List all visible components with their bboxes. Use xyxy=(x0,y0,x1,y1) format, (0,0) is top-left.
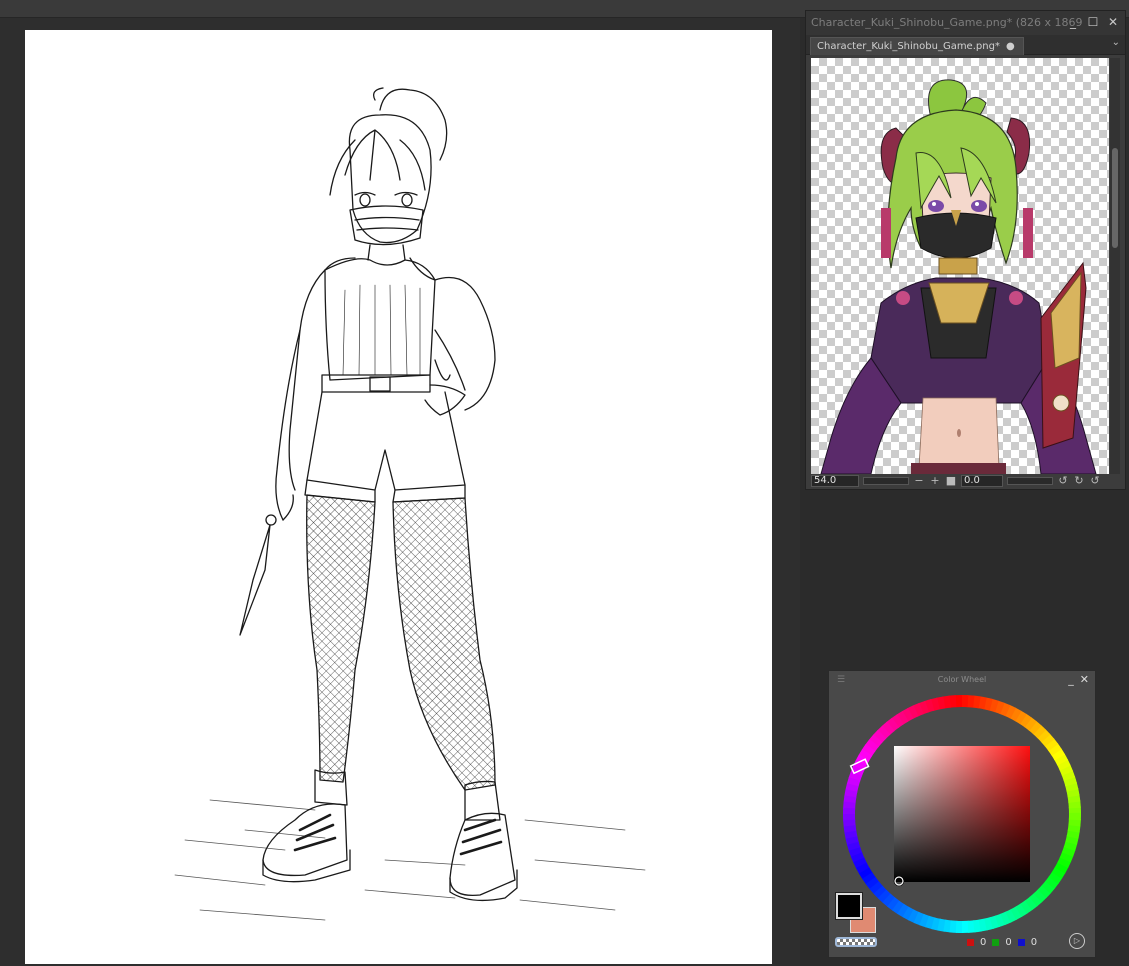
tab-reference-image[interactable]: Character_Kuki_Shinobu_Game.png* ● xyxy=(810,37,1024,55)
rotation-field[interactable]: 0.0 xyxy=(961,475,1003,487)
blue-value: 0 xyxy=(1030,937,1038,948)
maximize-icon[interactable]: ☐ xyxy=(1087,15,1099,29)
rotate-right-icon[interactable]: ↻ xyxy=(1073,475,1085,487)
tab-label: Character_Kuki_Shinobu_Game.png* xyxy=(817,41,1000,52)
minimize-icon[interactable]: _ xyxy=(1067,15,1079,29)
rgb-readout: 0 0 0 xyxy=(967,937,1037,948)
zoom-slider[interactable] xyxy=(863,477,909,485)
red-chip-icon xyxy=(967,939,974,946)
canvas-area[interactable] xyxy=(0,18,800,966)
foreground-color-swatch[interactable] xyxy=(835,892,863,920)
color-mode-icon[interactable]: ▷ xyxy=(1069,933,1085,949)
close-icon[interactable]: ✕ xyxy=(1107,15,1119,29)
rotate-left-icon[interactable]: ↺ xyxy=(1057,475,1069,487)
reference-tabbar: Character_Kuki_Shinobu_Game.png* ● ⌄ xyxy=(806,35,1125,55)
lineart-drawing xyxy=(174,87,646,921)
fit-icon[interactable]: ■ xyxy=(945,475,957,487)
green-chip-icon xyxy=(992,939,1000,946)
blue-chip-icon xyxy=(1017,939,1025,946)
character-reference-image xyxy=(820,79,1097,474)
zoom-out-icon[interactable]: − xyxy=(913,475,925,487)
green-value: 0 xyxy=(1005,937,1012,948)
zoom-in-icon[interactable]: + xyxy=(929,475,941,487)
modified-dot-icon: ● xyxy=(1005,41,1015,52)
rotation-slider[interactable] xyxy=(1007,477,1053,485)
red-value: 0 xyxy=(980,937,987,948)
drawing-canvas[interactable] xyxy=(25,30,772,964)
chevron-down-icon[interactable]: ⌄ xyxy=(1112,37,1120,48)
color-wheel-panel[interactable]: ☰ Color Wheel _ ✕ 0 0 0 ▷ xyxy=(828,670,1096,958)
transparent-color-swatch[interactable] xyxy=(835,937,877,947)
reset-rotation-icon[interactable]: ↺ xyxy=(1089,475,1101,487)
reference-window[interactable]: Character_Kuki_Shinobu_Game.png* (826 x … xyxy=(805,10,1126,490)
reference-image-view[interactable] xyxy=(811,58,1109,474)
scrollbar-thumb[interactable] xyxy=(1112,148,1118,248)
reference-navigator-bar: 54.0 − + ■ 0.0 ↺ ↻ ↺ xyxy=(811,474,1125,488)
reference-scrollbar[interactable] xyxy=(1110,58,1120,474)
zoom-field[interactable]: 54.0 xyxy=(811,475,859,487)
